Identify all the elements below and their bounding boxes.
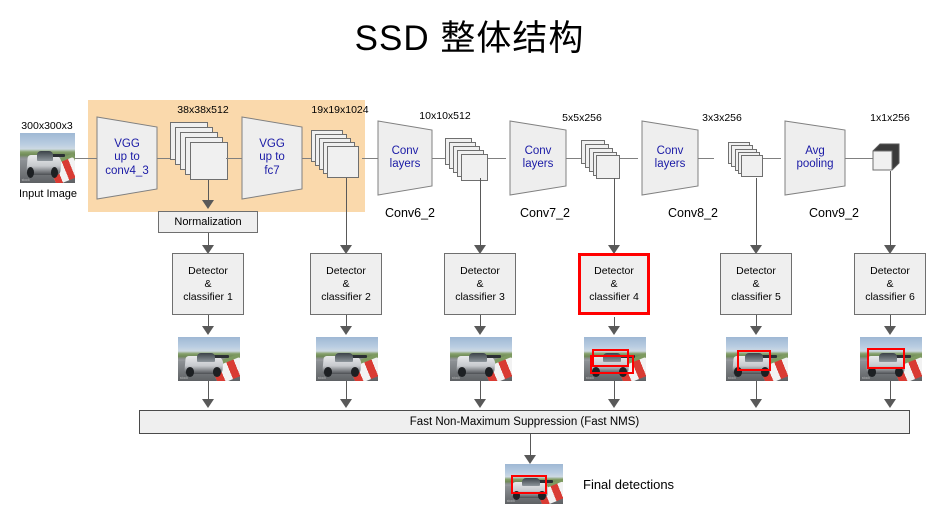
block-vgg-conv4-3[interactable]: VGG up to conv4_3 [96, 116, 158, 200]
arrow-det1-to-thumb1 [202, 326, 214, 335]
arrow-nms-to-final [524, 455, 536, 464]
connector-5 [432, 158, 446, 159]
feature-map-stack-5 [728, 142, 764, 178]
detector-6-line1: Detector [870, 264, 910, 277]
connector-6 [488, 158, 506, 159]
block-vgg-fc7[interactable]: VGG up to fc7 [241, 116, 303, 200]
connector-fm6-to-det6 [890, 171, 891, 250]
detector-5-line3: classifier 5 [731, 290, 781, 303]
arrow-thumb6-to-nms [884, 399, 896, 408]
connector-7 [566, 158, 582, 159]
detector-3-line1: Detector [460, 264, 500, 277]
fm-1-dim-label: 38x38x512 [177, 104, 229, 116]
page-title: SSD 整体结构 [354, 19, 585, 58]
connector-10 [763, 158, 781, 159]
detector-4-line3: classifier 4 [589, 290, 639, 303]
arrow-thumb1-to-nms [202, 399, 214, 408]
fm-3-source-name: Conv6_2 [384, 206, 436, 220]
feature-map-stack-4 [581, 140, 621, 180]
detector-1-line2: & [204, 277, 212, 290]
final-detections-label: Final detections [583, 477, 675, 492]
arrow-det4-to-thumb4 [608, 326, 620, 335]
arrow-det3-to-thumb3 [474, 326, 486, 335]
ssd-architecture-diagram: SSD 整体结构 300x300x3 stock Input Image VGG… [0, 0, 939, 509]
feature-map-stack-3 [445, 138, 489, 182]
fm-4-source-name: Conv7_2 [519, 206, 571, 220]
detection-thumbnail-1: stock [178, 337, 240, 381]
fm-2-dim-label: 19x19x1024 [311, 104, 369, 116]
arrow-thumb5-to-nms [750, 399, 762, 408]
fm-6-source-name: Conv9_2 [808, 206, 860, 220]
bounding-box [867, 348, 905, 369]
connector-4 [362, 158, 378, 159]
normalization-label: Normalization [174, 215, 242, 228]
block-avg-pooling[interactable]: Avg pooling [784, 120, 846, 196]
detector-3-line3: classifier 3 [455, 290, 505, 303]
detector-3-line2: & [476, 277, 484, 290]
arrow-det2-to-thumb2 [340, 326, 352, 335]
connector-8 [620, 158, 638, 159]
detector-5-line1: Detector [736, 264, 776, 277]
detection-thumbnail-5: stock [726, 337, 788, 381]
detector-1-line3: classifier 1 [183, 290, 233, 303]
block-conv-layers-2[interactable]: Conv layers [509, 120, 567, 196]
detector-2-line3: classifier 2 [321, 290, 371, 303]
arrow-thumb3-to-nms [474, 399, 486, 408]
detector-1-line1: Detector [188, 264, 228, 277]
detector-6-line3: classifier 6 [865, 290, 915, 303]
nms-label: Fast Non-Maximum Suppression (Fast NMS) [409, 416, 640, 428]
fm-3-dim-label: 10x10x512 [419, 110, 471, 122]
arrow-thumb4-to-nms [608, 399, 620, 408]
detector-4-line2: & [610, 277, 618, 290]
fm-5-source-name: Conv8_2 [667, 206, 719, 220]
connector-fm3-to-det3 [480, 178, 481, 250]
detector-classifier-4[interactable]: Detector & classifier 4 [578, 253, 650, 315]
normalization-box[interactable]: Normalization [158, 211, 258, 233]
feature-map-stack-2 [311, 130, 363, 182]
fm-6-dim-label: 1x1x256 [870, 112, 910, 124]
detection-thumbnail-6: stock [860, 337, 922, 381]
detector-classifier-6[interactable]: Detector & classifier 6 [854, 253, 926, 315]
detector-2-line1: Detector [326, 264, 366, 277]
detector-5-line2: & [752, 277, 760, 290]
arrow-thumb2-to-nms [340, 399, 352, 408]
block-conv-layers-1[interactable]: Conv layers [377, 120, 433, 196]
nms-bar[interactable]: Fast Non-Maximum Suppression (Fast NMS) [139, 410, 910, 434]
block-conv-layers-3[interactable]: Conv layers [641, 120, 699, 196]
detector-classifier-5[interactable]: Detector & classifier 5 [720, 253, 792, 315]
input-dim-label: 300x300x3 [21, 120, 73, 132]
detection-thumbnail-4: stock [584, 337, 646, 381]
input-image-caption: Input Image [18, 188, 78, 200]
input-image: stock [20, 133, 75, 183]
feature-map-cube-6 [872, 143, 900, 171]
arrow-det5-to-thumb5 [750, 326, 762, 335]
detector-classifier-3[interactable]: Detector & classifier 3 [444, 253, 516, 315]
connector-1 [157, 158, 171, 159]
detection-thumbnail-3: stock [450, 337, 512, 381]
bounding-box [590, 355, 634, 374]
arrow-fm1-to-norm [202, 200, 214, 209]
detector-6-line2: & [886, 277, 894, 290]
detector-4-line1: Detector [594, 264, 634, 277]
connector-fm4-to-det4 [614, 178, 615, 250]
fm-4-dim-label: 5x5x256 [562, 112, 602, 124]
connector-fm5-to-det5 [756, 178, 757, 250]
connector-fm2-to-det2 [346, 178, 347, 250]
fm-5-dim-label: 3x3x256 [702, 112, 742, 124]
connector-9 [698, 158, 714, 159]
final-detection-thumbnail: stock [505, 464, 563, 504]
arrow-det6-to-thumb6 [884, 326, 896, 335]
detector-2-line2: & [342, 277, 350, 290]
detector-classifier-1[interactable]: Detector & classifier 1 [172, 253, 244, 315]
bounding-box [737, 350, 771, 372]
connector-11 [845, 158, 873, 159]
detection-thumbnail-2: stock [316, 337, 378, 381]
bounding-box [510, 475, 547, 495]
detector-classifier-2[interactable]: Detector & classifier 2 [310, 253, 382, 315]
feature-map-stack-1 [170, 122, 228, 188]
connector-2 [226, 158, 242, 159]
